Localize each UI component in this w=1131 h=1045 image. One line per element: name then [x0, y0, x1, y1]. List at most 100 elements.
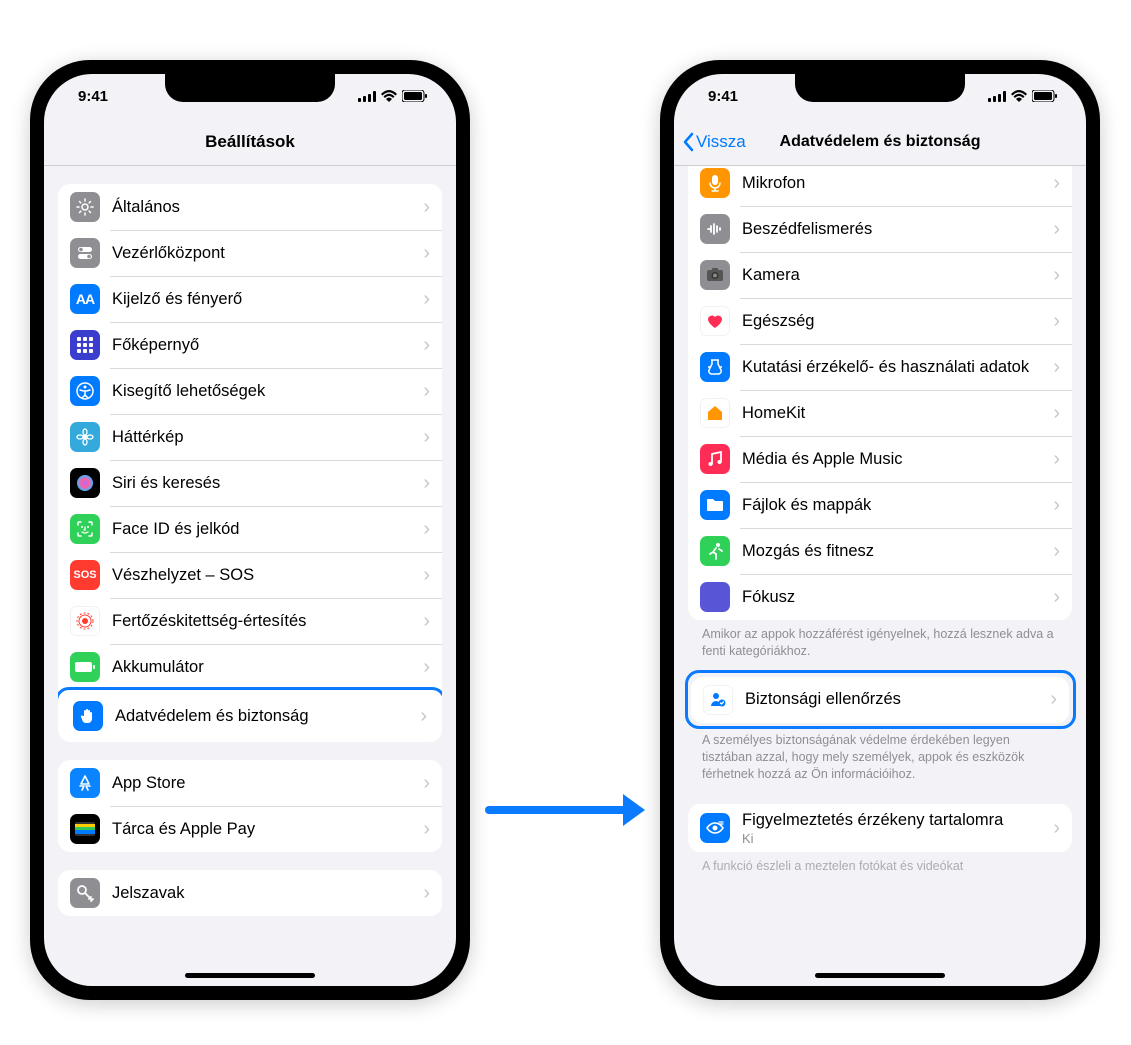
- row-label: Figyelmeztetés érzékeny tartalomra: [742, 810, 1047, 831]
- settings-row[interactable]: Face ID és jelkód›: [58, 506, 442, 552]
- settings-row[interactable]: Fertőzéskitettség-értesítés ›: [58, 598, 442, 644]
- row-label: HomeKit: [742, 403, 1047, 424]
- footer-1: Amikor az appok hozzáférést igényelnek, …: [688, 620, 1072, 664]
- settings-row[interactable]: HomeKit›: [688, 390, 1072, 436]
- settings-row[interactable]: Kamera›: [688, 252, 1072, 298]
- settings-row[interactable]: Fókusz›: [688, 574, 1072, 620]
- phone-right: 9:41 Vissza Adatvédelem és biztonság Mik…: [660, 60, 1100, 1000]
- settings-row[interactable]: Háttérkép›: [58, 414, 442, 460]
- chevron-right-icon: ›: [1053, 310, 1060, 333]
- faceid-icon: [70, 514, 100, 544]
- settings-row[interactable]: App Store›: [58, 760, 442, 806]
- chevron-right-icon: ›: [423, 656, 430, 679]
- wallet-icon: [70, 814, 100, 844]
- chevron-right-icon: ›: [423, 380, 430, 403]
- privacy-group-3: Figyelmeztetés érzékeny tartalomraKi›: [688, 804, 1072, 852]
- grid-icon: [70, 330, 100, 360]
- speech-icon: [700, 214, 730, 244]
- home-icon: [700, 398, 730, 428]
- row-label: Jelszavak: [112, 883, 417, 904]
- scroll-area-left[interactable]: Általános › Vezérlőközpont › AAKijelző és fé…: [44, 166, 456, 986]
- back-button[interactable]: Vissza: [682, 132, 746, 152]
- settings-group-2: App Store›Tárca és Apple Pay›: [58, 760, 442, 852]
- settings-row[interactable]: SOSVészhelyzet – SOS›: [58, 552, 442, 598]
- settings-row[interactable]: Biztonsági ellenőrzés ›: [691, 677, 1069, 723]
- chevron-right-icon: ›: [423, 334, 430, 357]
- cellular-icon: [358, 91, 376, 102]
- status-time: 9:41: [78, 88, 108, 105]
- status-time: 9:41: [708, 88, 738, 105]
- fitness-icon: [700, 536, 730, 566]
- home-indicator[interactable]: [815, 973, 945, 978]
- row-label: Általános: [112, 197, 417, 218]
- settings-row[interactable]: Adatvédelem és biztonság›: [61, 693, 439, 739]
- settings-row[interactable]: Kutatási érzékelő- és használati adatok ›: [688, 344, 1072, 390]
- settings-row[interactable]: Siri és keresés›: [58, 460, 442, 506]
- status-icons: [988, 90, 1058, 102]
- settings-row[interactable]: Kisegítő lehetőségek›: [58, 368, 442, 414]
- row-label: Fertőzéskitettség-értesítés: [112, 611, 417, 632]
- chevron-right-icon: ›: [1053, 448, 1060, 471]
- settings-row[interactable]: Média és Apple Music›: [688, 436, 1072, 482]
- notch: [795, 74, 965, 102]
- chevron-right-icon: ›: [1053, 172, 1060, 195]
- arrow-icon: [485, 790, 645, 830]
- settings-row[interactable]: Akkumulátor›: [58, 644, 442, 690]
- row-label: Kutatási érzékelő- és használati adatok: [742, 357, 1047, 378]
- nav-bar-right: Vissza Adatvédelem és biztonság: [674, 118, 1086, 166]
- heart-icon: [700, 306, 730, 336]
- settings-row[interactable]: Főképernyő ›: [58, 322, 442, 368]
- highlighted-row: Adatvédelem és biztonság›: [58, 687, 442, 743]
- chevron-right-icon: ›: [1053, 586, 1060, 609]
- cellular-icon: [988, 91, 1006, 102]
- appstore-icon: [70, 768, 100, 798]
- settings-row[interactable]: Beszédfelismerés ›: [688, 206, 1072, 252]
- hand-icon: [73, 701, 103, 731]
- chevron-right-icon: ›: [1053, 494, 1060, 517]
- flower-icon: [70, 422, 100, 452]
- settings-row[interactable]: Jelszavak›: [58, 870, 442, 916]
- settings-row[interactable]: Mozgás és fitnesz›: [688, 528, 1072, 574]
- settings-row[interactable]: Általános ›: [58, 184, 442, 230]
- settings-row[interactable]: Egészség›: [688, 298, 1072, 344]
- chevron-right-icon: ›: [423, 564, 430, 587]
- chevron-right-icon: ›: [423, 818, 430, 841]
- chevron-right-icon: ›: [423, 196, 430, 219]
- chevron-right-icon: ›: [423, 772, 430, 795]
- settings-row[interactable]: Fájlok és mappák›: [688, 482, 1072, 528]
- chevron-right-icon: ›: [1053, 264, 1060, 287]
- chevron-right-icon: ›: [1053, 540, 1060, 563]
- chevron-right-icon: ›: [423, 610, 430, 633]
- chevron-right-icon: ›: [1053, 218, 1060, 241]
- status-icons: [358, 90, 428, 102]
- chevron-right-icon: ›: [423, 242, 430, 265]
- chevron-right-icon: ›: [1053, 356, 1060, 379]
- switches-icon: [70, 238, 100, 268]
- screen-right: 9:41 Vissza Adatvédelem és biztonság Mik…: [674, 74, 1086, 986]
- nav-title-left: Beállítások: [205, 132, 295, 152]
- chevron-right-icon: ›: [1053, 817, 1060, 840]
- row-label: Adatvédelem és biztonság: [115, 706, 414, 727]
- row-label: Vezérlőközpont: [112, 243, 417, 264]
- research-icon: [700, 352, 730, 382]
- chevron-right-icon: ›: [423, 426, 430, 449]
- settings-row[interactable]: Mikrofon›: [688, 166, 1072, 206]
- music-icon: [700, 444, 730, 474]
- row-label: Vészhelyzet – SOS: [112, 565, 417, 586]
- scroll-area-right[interactable]: Mikrofon›Beszédfelismerés›Kamera›Egészsé…: [674, 166, 1086, 986]
- AA-icon: AA: [70, 284, 100, 314]
- footer-2: A személyes biztonságának védelme érdeké…: [688, 726, 1072, 787]
- privacy-group-1: Mikrofon›Beszédfelismerés›Kamera›Egészsé…: [688, 166, 1072, 620]
- chevron-right-icon: ›: [1050, 688, 1057, 711]
- settings-row[interactable]: Figyelmeztetés érzékeny tartalomraKi›: [688, 804, 1072, 852]
- chevron-left-icon: [682, 132, 694, 152]
- row-label: Biztonsági ellenőrzés: [745, 689, 1044, 710]
- privacy-group-2: Biztonsági ellenőrzés ›: [691, 677, 1069, 723]
- settings-row[interactable]: Vezérlőközpont ›: [58, 230, 442, 276]
- settings-row[interactable]: Tárca és Apple Pay›: [58, 806, 442, 852]
- safetycheck-icon: [703, 685, 733, 715]
- row-label: Főképernyő: [112, 335, 417, 356]
- row-label: Beszédfelismerés: [742, 219, 1047, 240]
- settings-row[interactable]: AAKijelző és fényerő›: [58, 276, 442, 322]
- home-indicator[interactable]: [185, 973, 315, 978]
